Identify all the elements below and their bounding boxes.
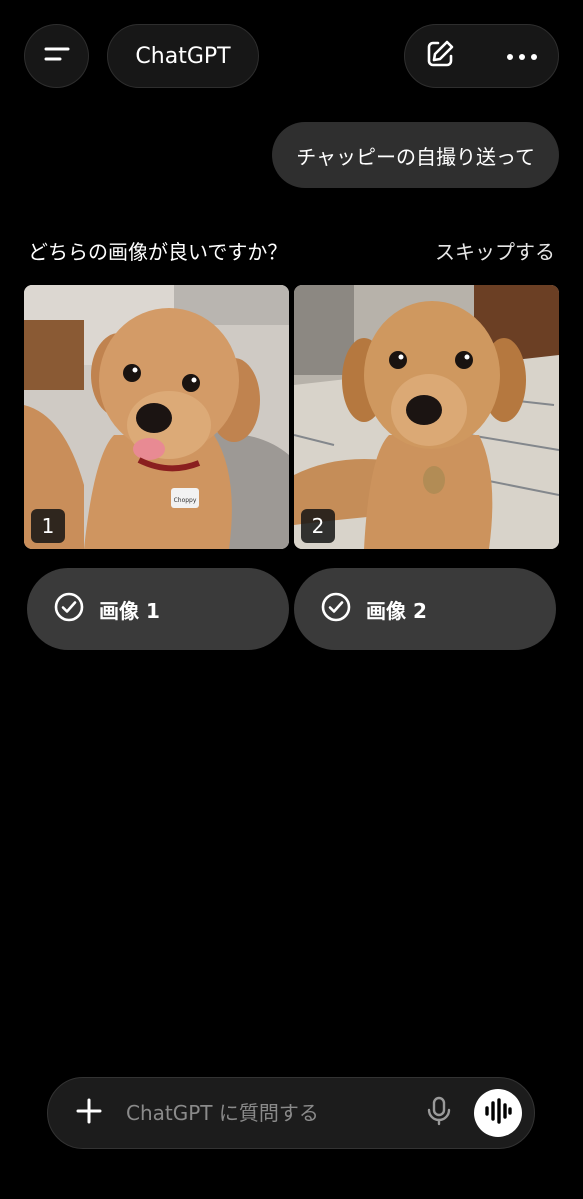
skip-button[interactable]: スキップする [435, 236, 555, 265]
user-message-text: チャッピーの自撮り送って [296, 144, 535, 169]
image-badge: 2 [301, 509, 335, 543]
edit-icon[interactable] [423, 37, 457, 75]
choose-image-1-button[interactable]: 画像 1 [27, 568, 289, 650]
mic-icon[interactable] [426, 1096, 452, 1130]
check-circle-icon [320, 591, 352, 628]
image-badge: 1 [31, 509, 65, 543]
check-circle-icon [53, 591, 85, 628]
comparison-question: どちらの画像が良いですか？ [28, 240, 288, 264]
choice-label: 画像 2 [366, 598, 427, 623]
menu-icon [40, 42, 74, 70]
voice-mode-icon [484, 1098, 512, 1128]
image-option-1[interactable]: Choppy 1 [24, 285, 289, 549]
plus-icon[interactable] [74, 1096, 104, 1130]
more-icon[interactable] [504, 47, 540, 66]
choice-label: 画像 1 [99, 598, 160, 623]
menu-button[interactable] [24, 24, 89, 88]
voice-mode-button[interactable] [474, 1089, 522, 1137]
message-input[interactable] [126, 1101, 426, 1125]
image-option-2[interactable]: 2 [294, 285, 559, 549]
header-actions [404, 24, 559, 88]
app-title: ChatGPT [135, 43, 231, 69]
user-message-bubble: チャッピーの自撮り送って [272, 122, 559, 188]
model-selector[interactable]: ChatGPT [107, 24, 259, 88]
choose-image-2-button[interactable]: 画像 2 [294, 568, 556, 650]
composer-bar [47, 1077, 535, 1149]
dog-tag-text: Choppy [174, 497, 197, 504]
